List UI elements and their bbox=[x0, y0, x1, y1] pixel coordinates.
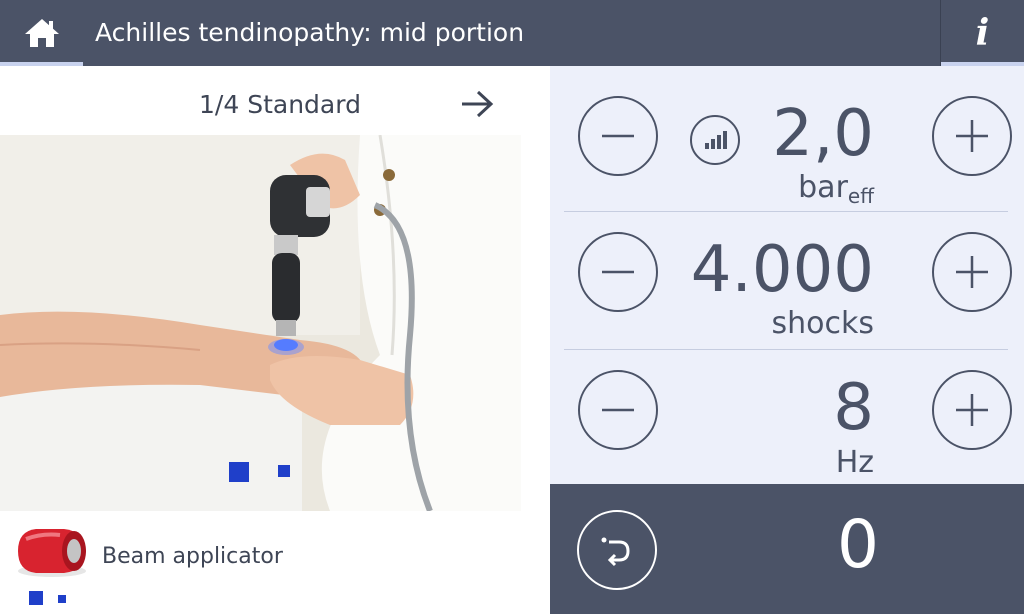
image-marker-small bbox=[278, 465, 290, 477]
shocks-row: 4.000 shocks bbox=[550, 204, 1024, 342]
home-icon bbox=[24, 19, 59, 47]
plus-icon bbox=[956, 256, 988, 288]
reset-icon bbox=[601, 537, 630, 567]
minus-icon bbox=[602, 270, 634, 274]
pressure-row: 2,0 bareff bbox=[550, 66, 1024, 207]
signal-level-icon bbox=[690, 115, 740, 165]
home-button[interactable] bbox=[0, 0, 83, 66]
frequency-decrease-button[interactable] bbox=[578, 370, 658, 450]
pressure-value: 2,0 bbox=[772, 97, 874, 171]
protocol-panel: 1/4 Standard Beam applicator bbox=[0, 66, 550, 614]
image-marker-large bbox=[229, 462, 249, 482]
shocks-increase-button[interactable] bbox=[932, 232, 1012, 312]
treatment-illustration bbox=[0, 135, 521, 511]
applicator-marker-large bbox=[29, 591, 43, 605]
shocks-value: 4.000 bbox=[690, 233, 874, 307]
arrow-right-icon bbox=[462, 90, 494, 118]
treatment-photo bbox=[0, 135, 521, 511]
minus-icon bbox=[602, 408, 634, 412]
minus-icon bbox=[602, 134, 634, 138]
frequency-increase-button[interactable] bbox=[932, 370, 1012, 450]
frequency-value: 8 bbox=[833, 371, 874, 445]
header-bar: Achilles tendinopathy: mid portion i bbox=[0, 0, 1024, 66]
applicator-label: Beam applicator bbox=[102, 544, 283, 569]
next-step-button[interactable] bbox=[456, 84, 498, 124]
shocks-decrease-button[interactable] bbox=[578, 232, 658, 312]
pressure-unit-base: bar bbox=[798, 170, 848, 205]
pressure-increase-button[interactable] bbox=[932, 96, 1012, 176]
pressure-unit: bareff bbox=[798, 170, 874, 207]
shock-counter-value: 0 bbox=[837, 506, 879, 583]
parameters-panel: 2,0 bareff 4.000 shocks 8 Hz bbox=[550, 66, 1024, 484]
plus-icon bbox=[956, 120, 988, 152]
plus-icon bbox=[956, 394, 988, 426]
applicator-marker-small bbox=[58, 595, 66, 603]
info-icon: i bbox=[975, 12, 990, 54]
info-button[interactable]: i bbox=[940, 0, 1024, 66]
reset-counter-button[interactable] bbox=[577, 510, 657, 590]
page-title: Achilles tendinopathy: mid portion bbox=[95, 18, 525, 47]
shock-counter-panel: 0 bbox=[550, 484, 1024, 614]
shocks-unit: shocks bbox=[771, 306, 875, 341]
frequency-row: 8 Hz bbox=[550, 342, 1024, 480]
pressure-decrease-button[interactable] bbox=[578, 96, 658, 176]
frequency-unit: Hz bbox=[835, 445, 874, 480]
beam-applicator-icon bbox=[18, 529, 86, 577]
